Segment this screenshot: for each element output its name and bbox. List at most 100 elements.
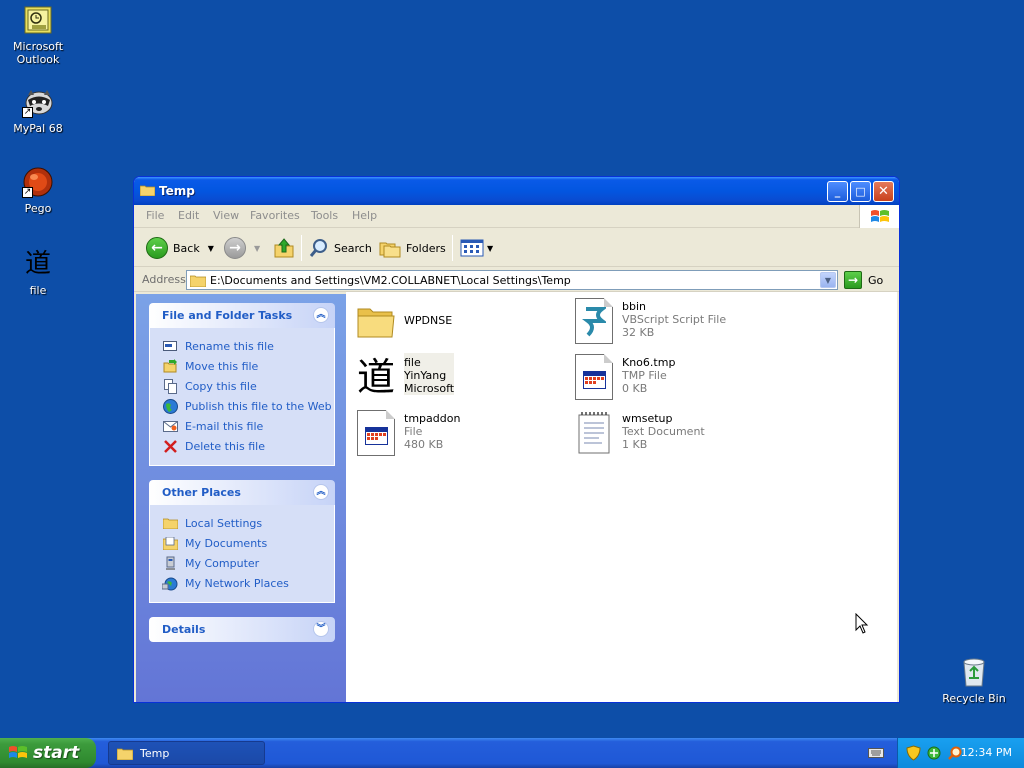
recycle-bin-icon xyxy=(958,656,990,688)
menu-edit[interactable]: Edit xyxy=(178,209,199,222)
file-item-file[interactable]: 道 file YinYang Microsoft xyxy=(354,353,455,403)
clock[interactable]: 12:34 PM xyxy=(961,746,1012,759)
keyboard-icon[interactable] xyxy=(868,747,884,762)
go-label: Go xyxy=(868,273,884,287)
task-label: E-mail this file xyxy=(185,419,264,433)
place-my-documents[interactable]: My Documents xyxy=(162,533,334,553)
up-folder-button[interactable] xyxy=(273,236,295,260)
file-name: bbin xyxy=(622,300,646,313)
desktop-icon-mypal[interactable]: ↗ MyPal 68 xyxy=(0,86,76,135)
file-list: WPDNSE bbin VBScript Script File 32 KB 道… xyxy=(346,292,897,702)
file-name: Kno6.tmp xyxy=(622,356,676,369)
folder-icon xyxy=(190,275,206,287)
close-button[interactable]: ✕ xyxy=(873,181,894,202)
my-computer-icon xyxy=(162,555,178,571)
desktop-icon-label: Recycle Bin xyxy=(942,692,1006,705)
yinyang-character-icon: 道 xyxy=(24,249,51,279)
task-label: Delete this file xyxy=(185,439,265,453)
task-rename-file[interactable]: Rename this file xyxy=(162,336,334,356)
task-email-file[interactable]: E-mail this file xyxy=(162,416,334,436)
start-button[interactable]: start xyxy=(0,738,96,768)
panel-title: File and Folder Tasks xyxy=(162,309,293,322)
shortcut-arrow-icon: ↗ xyxy=(22,187,33,198)
task-label: Rename this file xyxy=(185,339,274,353)
place-my-computer[interactable]: My Computer xyxy=(162,553,334,573)
mypal-raccoon-icon: ↗ xyxy=(22,86,54,118)
file-item-tmpaddon[interactable]: tmpaddon File 480 KB xyxy=(354,409,460,459)
shortcut-arrow-icon: ↗ xyxy=(22,107,33,118)
file-type: File xyxy=(404,425,423,438)
task-delete-file[interactable]: Delete this file xyxy=(162,436,334,456)
other-places-panel: Other Places ︽ Local Settings My Documen… xyxy=(149,480,335,603)
panel-title: Details xyxy=(162,623,206,636)
desktop-icon-label: Pego xyxy=(24,202,52,215)
folders-icon xyxy=(379,242,401,258)
file-size: 1 KB xyxy=(622,438,648,451)
forward-button[interactable]: → ▼ xyxy=(224,236,260,260)
file-folder-tasks-panel: File and Folder Tasks ︽ Rename this file… xyxy=(149,303,335,466)
place-my-network-places[interactable]: My Network Places xyxy=(162,573,334,593)
address-dropdown-button[interactable]: ▼ xyxy=(820,272,836,288)
title-bar[interactable]: Temp _ □ ✕ xyxy=(134,177,899,205)
menu-file[interactable]: File xyxy=(146,209,164,222)
desktop-icon-recycle-bin[interactable]: Recycle Bin xyxy=(936,656,1012,705)
back-button[interactable]: ← Back ▼ xyxy=(146,236,214,260)
menu-tools[interactable]: Tools xyxy=(311,209,338,222)
panel-header[interactable]: Other Places ︽ xyxy=(149,480,335,505)
maximize-button[interactable]: □ xyxy=(850,181,871,202)
chevron-up-icon[interactable]: ︽ xyxy=(313,484,329,500)
rename-icon xyxy=(162,338,178,354)
network-tray-icon[interactable] xyxy=(926,745,942,761)
file-item-bbin[interactable]: bbin VBScript Script File 32 KB xyxy=(572,297,726,347)
back-label: Back xyxy=(173,241,200,255)
taskbar-button-temp[interactable]: Temp xyxy=(108,741,265,765)
place-local-settings[interactable]: Local Settings xyxy=(162,513,334,533)
delete-x-icon xyxy=(162,438,178,454)
address-input[interactable]: E:\Documents and Settings\VM2.COLLABNET\… xyxy=(186,270,838,290)
file-type: Text Document xyxy=(622,425,705,438)
desktop-icon-pego[interactable]: ↗ Pego xyxy=(0,166,76,215)
panel-header[interactable]: Details ︾ xyxy=(149,617,335,642)
address-value: E:\Documents and Settings\VM2.COLLABNET\… xyxy=(210,273,571,287)
menu-help[interactable]: Help xyxy=(352,209,377,222)
file-item-wmsetup[interactable]: wmsetup Text Document 1 KB xyxy=(572,409,705,459)
desktop-icon-outlook[interactable]: Microsoft Outlook xyxy=(0,4,76,66)
chevron-down-icon: ▼ xyxy=(254,243,261,253)
views-button[interactable]: ▼ xyxy=(460,236,493,260)
menu-favorites[interactable]: Favorites xyxy=(250,209,300,222)
place-label: My Network Places xyxy=(185,576,289,590)
file-size: 32 KB xyxy=(622,326,655,339)
taskbar-button-label: Temp xyxy=(140,746,170,760)
folders-button[interactable]: Folders xyxy=(379,236,446,260)
outlook-icon xyxy=(22,4,54,36)
panel-header[interactable]: File and Folder Tasks ︽ xyxy=(149,303,335,328)
file-item-wpdnse[interactable]: WPDNSE xyxy=(354,297,452,347)
desktop-icon-label: Microsoft Outlook xyxy=(12,40,64,66)
task-label: Copy this file xyxy=(185,379,257,393)
folders-label: Folders xyxy=(406,241,446,255)
file-item-kno6-tmp[interactable]: Kno6.tmp TMP File 0 KB xyxy=(572,353,675,403)
search-button[interactable]: Search xyxy=(308,236,372,260)
start-label: start xyxy=(33,743,80,763)
up-folder-icon xyxy=(274,238,294,258)
windows-logo-icon xyxy=(859,205,899,228)
folder-icon xyxy=(140,185,155,196)
desktop-icon-label: file xyxy=(29,284,47,297)
toolbar-separator xyxy=(301,235,302,261)
address-bar: Address E:\Documents and Settings\VM2.CO… xyxy=(134,268,899,292)
minimize-button[interactable]: _ xyxy=(827,181,848,202)
go-arrow-icon: → xyxy=(844,271,862,289)
desktop-icon-file[interactable]: 道 file xyxy=(0,248,76,297)
go-button[interactable]: → Go xyxy=(844,270,883,290)
email-icon xyxy=(162,418,178,434)
security-shield-icon[interactable] xyxy=(906,745,921,761)
task-publish-web[interactable]: Publish this file to the Web xyxy=(162,396,334,416)
task-move-file[interactable]: Move this file xyxy=(162,356,334,376)
desktop-icon-label: MyPal 68 xyxy=(13,122,63,135)
chevron-down-icon[interactable]: ︾ xyxy=(313,621,329,637)
chevron-up-icon[interactable]: ︽ xyxy=(313,307,329,323)
menu-bar: File Edit View Favorites Tools Help xyxy=(134,205,899,228)
task-copy-file[interactable]: Copy this file xyxy=(162,376,334,396)
search-label: Search xyxy=(334,241,372,255)
menu-view[interactable]: View xyxy=(213,209,239,222)
